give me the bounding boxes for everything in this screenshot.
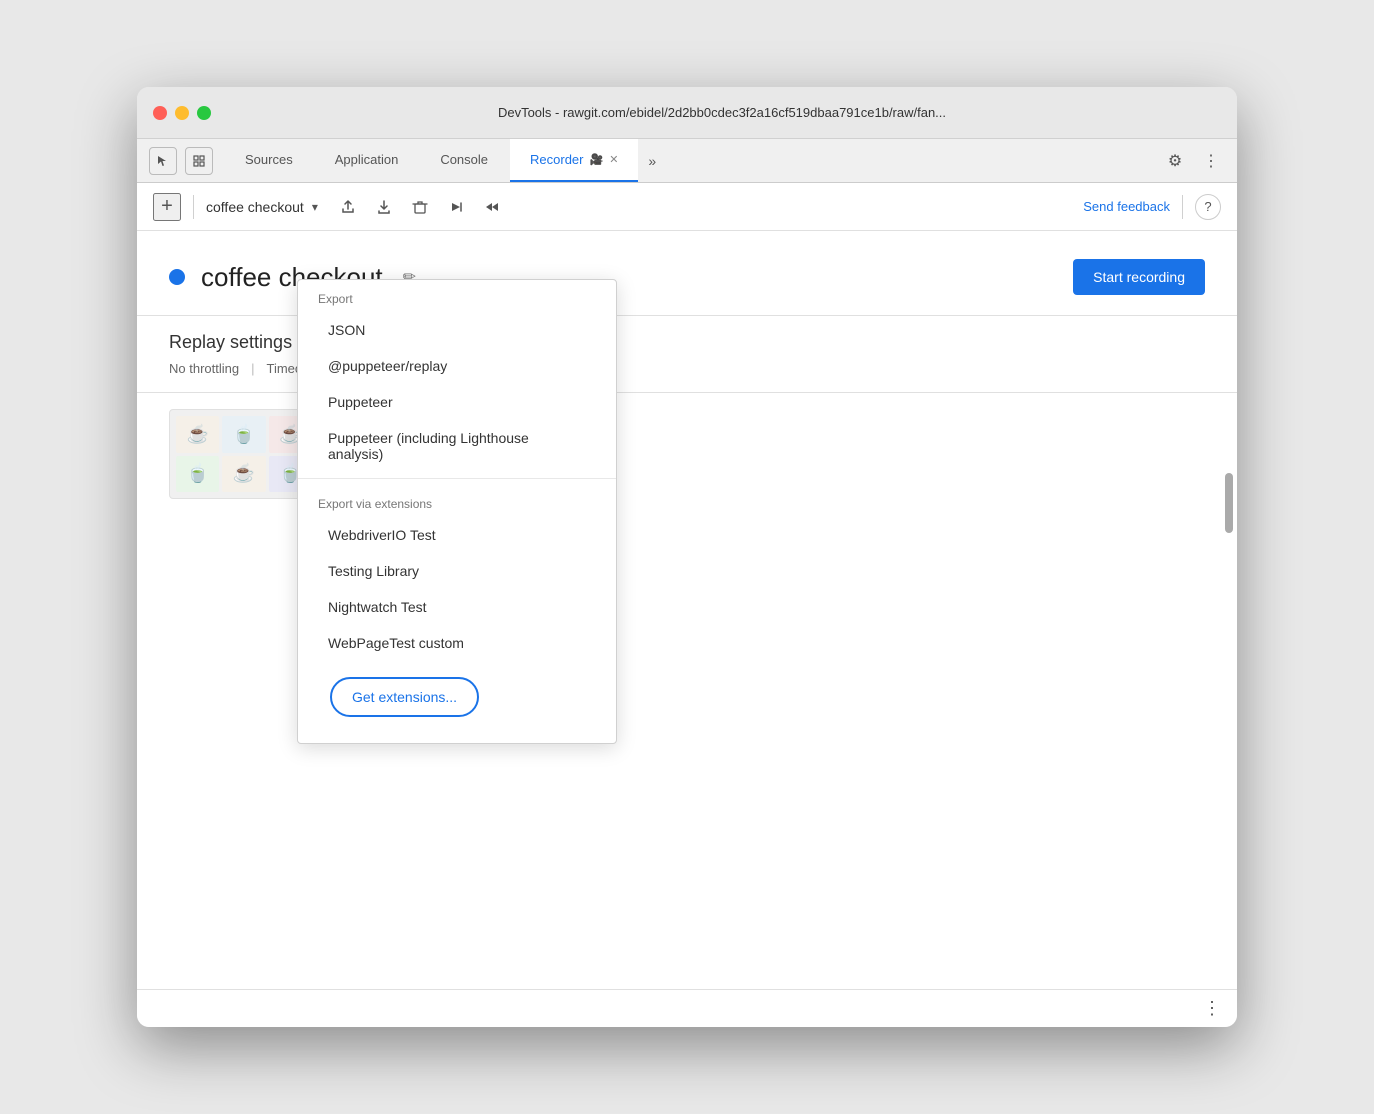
- tab-bar: Sources Application Console Recorder 🎥 ✕…: [137, 139, 1237, 183]
- settings-button[interactable]: ⚙: [1161, 147, 1189, 175]
- dropdown-item-puppeteer-lighthouse[interactable]: Puppeteer (including Lighthouse analysis…: [298, 420, 616, 472]
- tab-console[interactable]: Console: [420, 139, 508, 182]
- export-button[interactable]: [334, 193, 362, 221]
- toolbar-divider: [193, 195, 194, 219]
- toolbar: + coffee checkout ▾: [137, 183, 1237, 231]
- pipe-separator: |: [251, 361, 254, 376]
- dropdown-item-nightwatch[interactable]: Nightwatch Test: [298, 589, 616, 625]
- dropdown-item-puppeteer-replay[interactable]: @puppeteer/replay: [298, 348, 616, 384]
- delete-button[interactable]: [406, 193, 434, 221]
- dropdown-item-webdriverio[interactable]: WebdriverIO Test: [298, 517, 616, 553]
- dropdown-divider: [298, 478, 616, 479]
- tab-application[interactable]: Application: [315, 139, 419, 182]
- inspect-icon-btn[interactable]: [185, 147, 213, 175]
- toolbar-actions: [334, 193, 506, 221]
- start-recording-button[interactable]: Start recording: [1073, 259, 1205, 295]
- minimize-button[interactable]: [175, 106, 189, 120]
- tab-sources[interactable]: Sources: [225, 139, 313, 182]
- recording-name-label: coffee checkout: [206, 199, 304, 215]
- title-bar: DevTools - rawgit.com/ebidel/2d2bb0cdec3…: [137, 87, 1237, 139]
- toolbar-divider-2: [1182, 195, 1183, 219]
- cursor-icon-btn[interactable]: [149, 147, 177, 175]
- devtools-window: DevTools - rawgit.com/ebidel/2d2bb0cdec3…: [137, 87, 1237, 1027]
- add-recording-button[interactable]: +: [153, 193, 181, 221]
- download-button[interactable]: [370, 193, 398, 221]
- chevron-down-icon: ▾: [312, 200, 318, 214]
- replay-settings-title: Replay settings: [169, 332, 292, 353]
- recording-selector[interactable]: coffee checkout ▾: [206, 199, 318, 215]
- tab-bar-left: [137, 139, 225, 182]
- maximize-button[interactable]: [197, 106, 211, 120]
- rewind-button[interactable]: [478, 193, 506, 221]
- dropdown-item-testing-library[interactable]: Testing Library: [298, 553, 616, 589]
- export-section-label: Export: [298, 280, 616, 312]
- get-extensions-button[interactable]: Get extensions...: [330, 677, 479, 717]
- dropdown-item-webpagetest[interactable]: WebPageTest custom: [298, 625, 616, 661]
- window-title: DevTools - rawgit.com/ebidel/2d2bb0cdec3…: [223, 105, 1221, 120]
- dropdown-item-puppeteer[interactable]: Puppeteer: [298, 384, 616, 420]
- more-options-button[interactable]: ⋮: [1197, 147, 1225, 175]
- extensions-section-label: Export via extensions: [298, 485, 616, 517]
- help-button[interactable]: ?: [1195, 194, 1221, 220]
- traffic-lights: [153, 106, 211, 120]
- main-content: coffee checkout ✏ Start recording Replay…: [137, 231, 1237, 1027]
- bottom-nav: ⋮: [137, 989, 1237, 1027]
- throttling-label: No throttling: [169, 361, 239, 376]
- recording-dot: [169, 269, 185, 285]
- tab-recorder[interactable]: Recorder 🎥 ✕: [510, 139, 638, 182]
- tab-close-recorder[interactable]: ✕: [609, 153, 618, 166]
- tab-more[interactable]: »: [640, 139, 664, 182]
- tab-bar-right: ⚙ ⋮: [1149, 139, 1237, 182]
- dropdown-menu: Export JSON @puppeteer/replay Puppeteer …: [297, 279, 617, 744]
- dropdown-item-json[interactable]: JSON: [298, 312, 616, 348]
- scrollbar[interactable]: [1225, 473, 1233, 533]
- tabs: Sources Application Console Recorder 🎥 ✕…: [225, 139, 664, 182]
- close-button[interactable]: [153, 106, 167, 120]
- replay-button[interactable]: [442, 193, 470, 221]
- kebab-icon[interactable]: ⋮: [1203, 998, 1221, 1019]
- send-feedback-link[interactable]: Send feedback: [1083, 199, 1170, 214]
